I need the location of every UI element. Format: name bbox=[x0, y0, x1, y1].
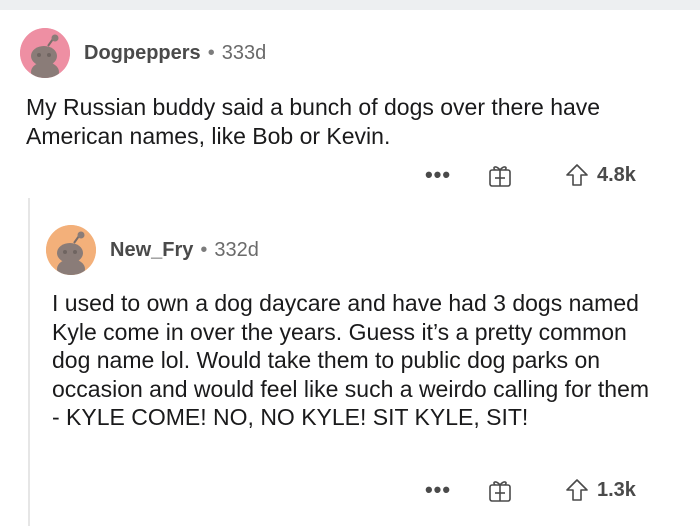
user-avatar[interactable] bbox=[46, 225, 96, 275]
top-divider bbox=[0, 0, 700, 10]
reply-body: I used to own a dog daycare and have had… bbox=[52, 290, 650, 430]
more-options-icon[interactable]: ••• bbox=[423, 164, 453, 186]
upvote-button[interactable]: 1.3k bbox=[565, 478, 636, 502]
comment-header: Dogpeppers • 333d bbox=[20, 28, 266, 78]
meta-separator: • bbox=[200, 238, 208, 261]
comment-username[interactable]: New_Fry bbox=[110, 239, 193, 262]
meta-separator: • bbox=[207, 41, 215, 64]
thread-indent-line bbox=[28, 198, 30, 526]
comment-age: 332d bbox=[214, 238, 259, 261]
upvote-arrow-icon bbox=[566, 479, 588, 501]
comment-body: My Russian buddy said a bunch of dogs ov… bbox=[26, 94, 601, 149]
vote-score: 1.3k bbox=[597, 478, 636, 501]
snoo-avatar-icon bbox=[46, 225, 96, 275]
upvote-arrow-icon bbox=[566, 164, 588, 186]
upvote-button[interactable]: 4.8k bbox=[565, 163, 636, 187]
vote-score: 4.8k bbox=[597, 163, 636, 186]
comment-username[interactable]: Dogpeppers bbox=[84, 42, 201, 65]
gift-award-icon[interactable] bbox=[487, 162, 513, 188]
comment-age: 333d bbox=[221, 41, 267, 64]
user-avatar[interactable] bbox=[20, 28, 70, 78]
snoo-avatar-icon bbox=[20, 28, 70, 78]
gift-award-icon[interactable] bbox=[487, 477, 513, 503]
comment-actions: ••• 4.8k bbox=[423, 162, 636, 188]
more-options-icon[interactable]: ••• bbox=[423, 479, 453, 501]
reply-header: New_Fry • 332d bbox=[46, 225, 259, 275]
reply-actions: ••• 1.3k bbox=[423, 477, 636, 503]
